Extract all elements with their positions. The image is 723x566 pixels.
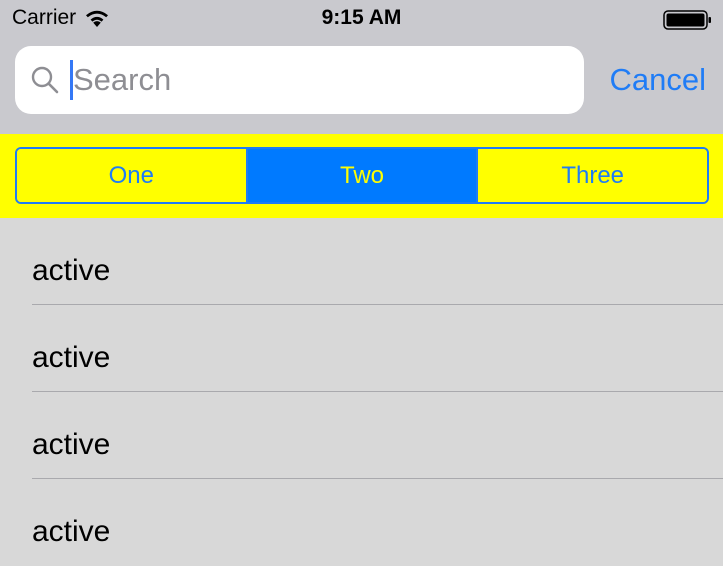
cancel-button[interactable]: Cancel xyxy=(610,62,707,98)
list-item-label: active xyxy=(32,254,111,287)
list-item[interactable]: active xyxy=(0,218,723,305)
segment-two[interactable]: Two xyxy=(245,149,477,202)
search-field[interactable] xyxy=(15,46,584,114)
battery-icon xyxy=(663,10,711,30)
scope-bar: One Two Three xyxy=(0,134,723,218)
list-item-label: active xyxy=(32,428,111,461)
segmented-control: One Two Three xyxy=(15,147,709,204)
segment-one[interactable]: One xyxy=(17,149,246,202)
list-item[interactable]: active xyxy=(0,305,723,392)
status-bar: Carrier 9:15 AM xyxy=(0,0,723,38)
status-time: 9:15 AM xyxy=(321,6,402,29)
search-bar: Cancel xyxy=(0,38,723,134)
list-item-label: active xyxy=(32,341,111,374)
list-item[interactable]: active xyxy=(0,479,723,566)
list-item-label: active xyxy=(32,515,111,548)
results-list: active active active active xyxy=(0,218,723,566)
search-icon xyxy=(31,66,59,94)
list-item[interactable]: active xyxy=(0,392,723,479)
search-input[interactable] xyxy=(73,62,553,98)
segment-three[interactable]: Three xyxy=(476,149,707,202)
